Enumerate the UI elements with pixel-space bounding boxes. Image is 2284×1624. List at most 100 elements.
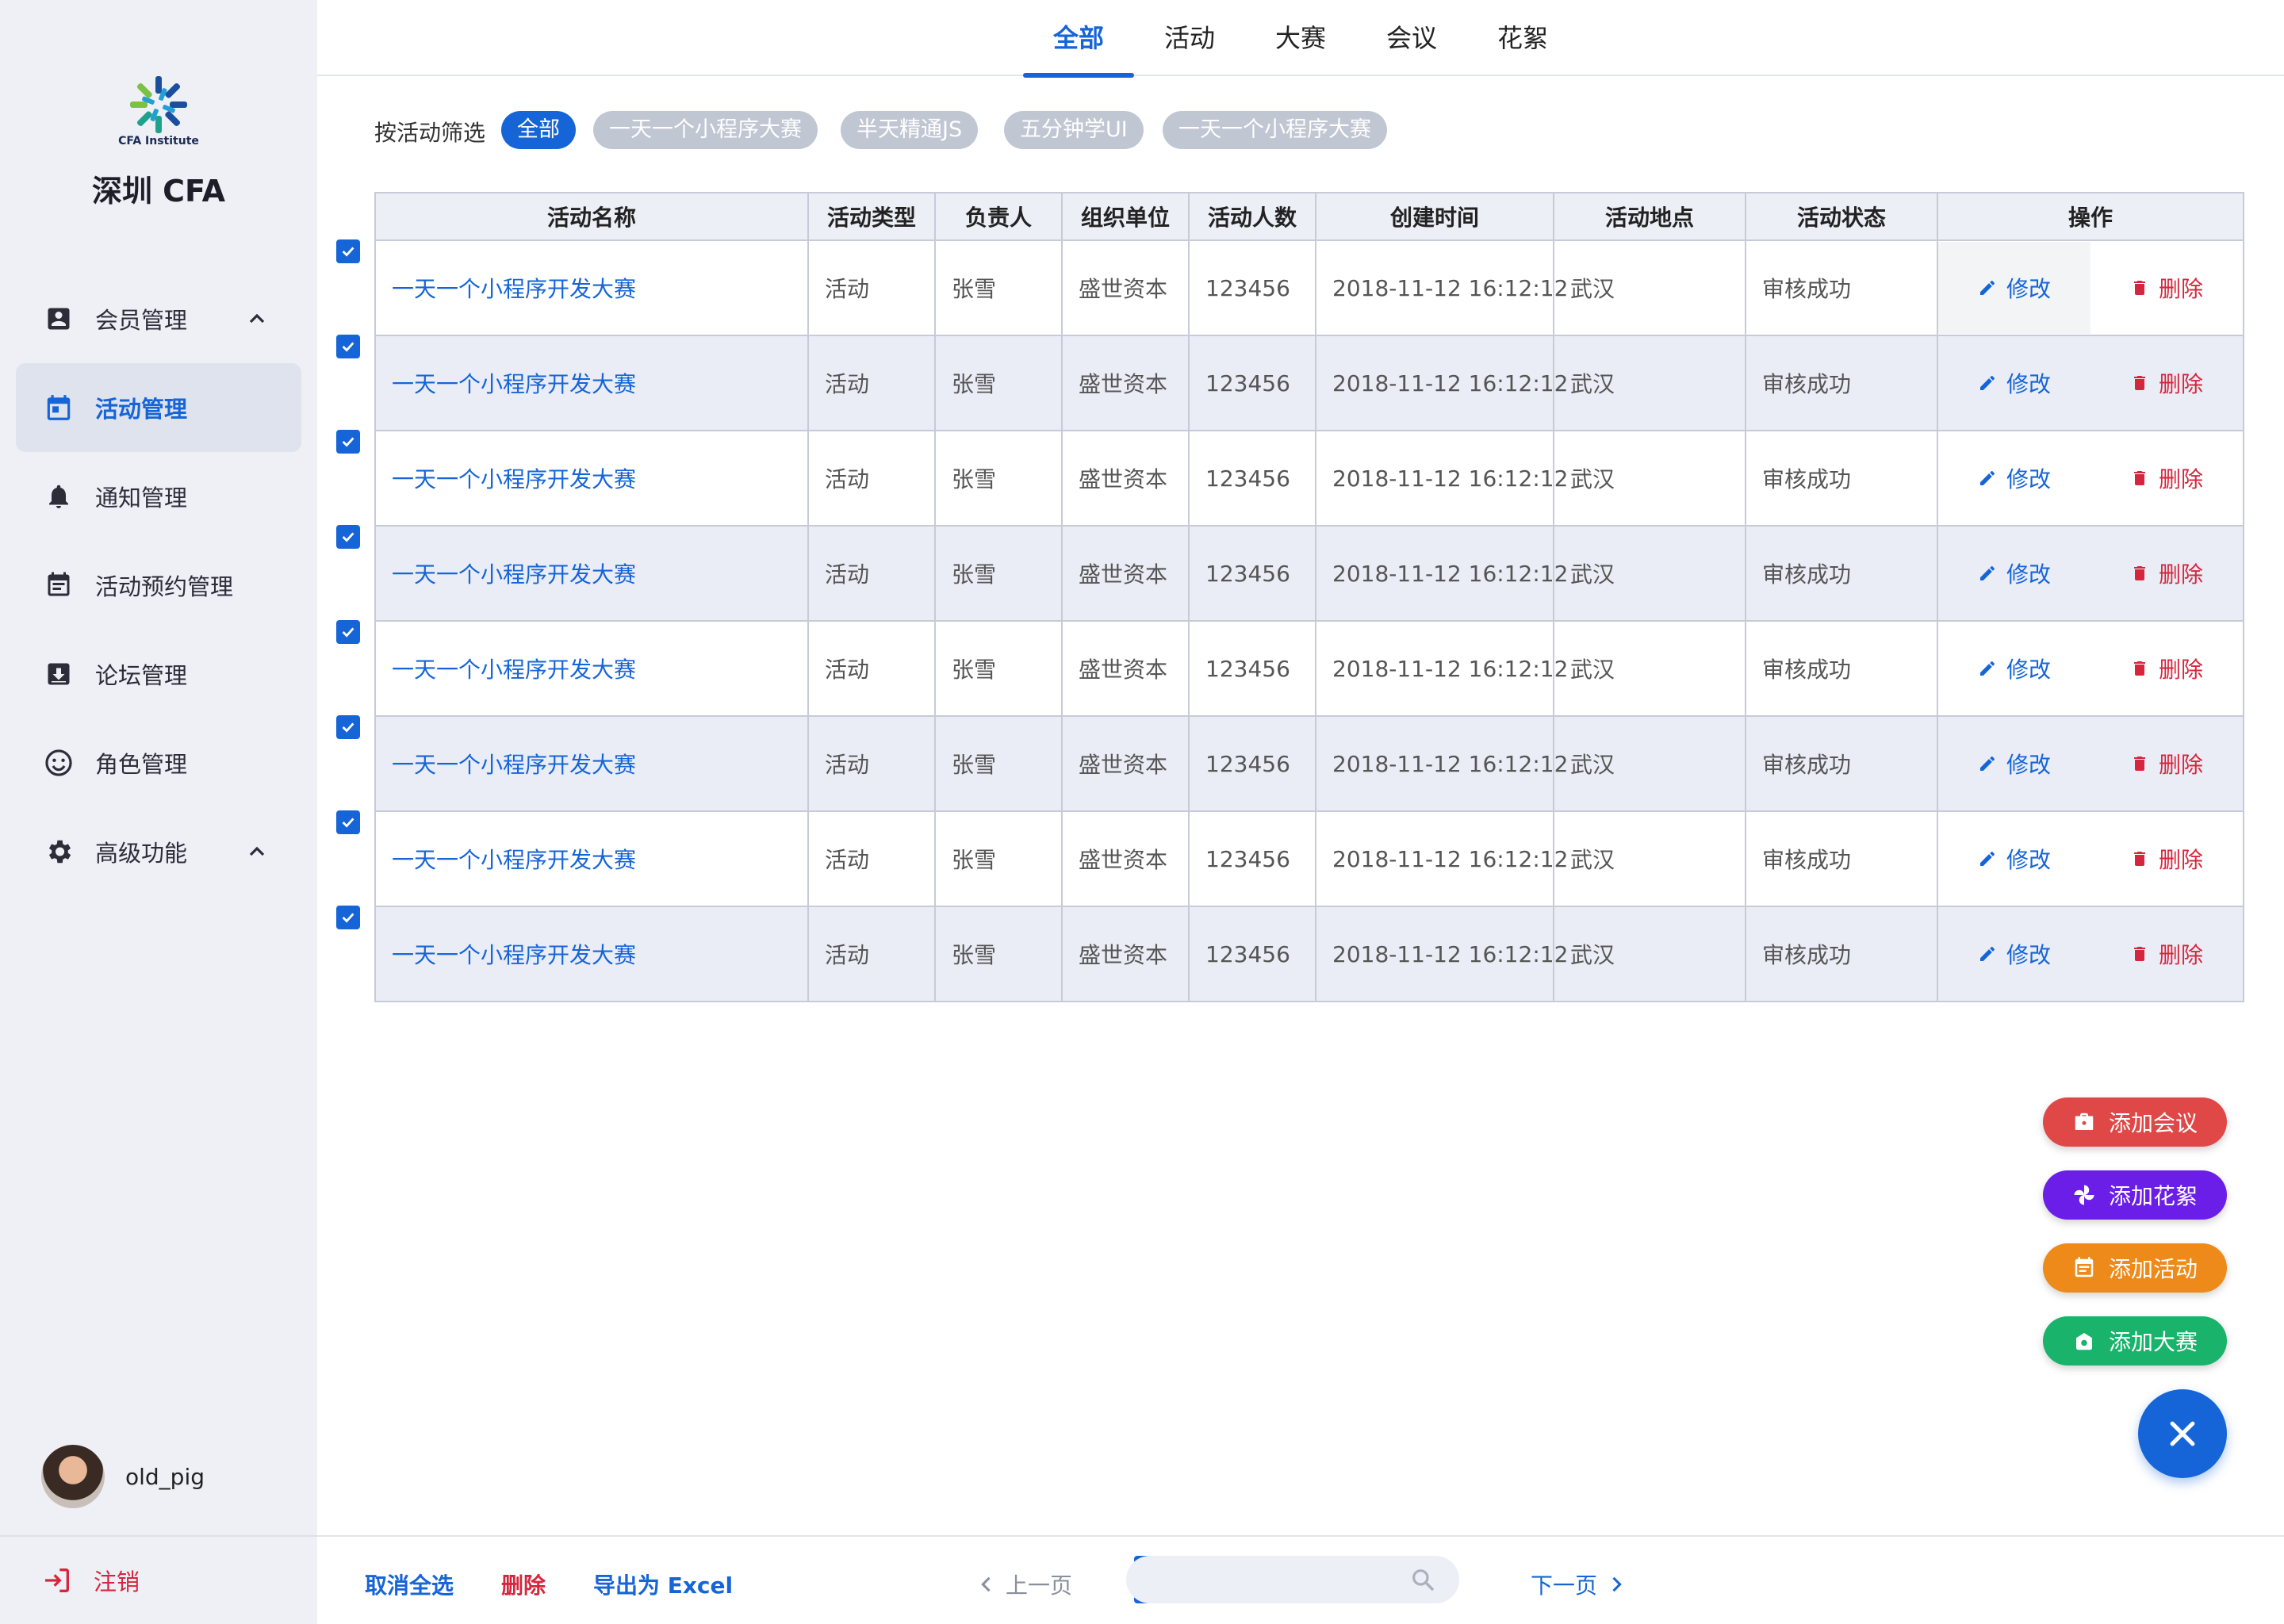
sidebar-item-advanced[interactable]: 高级功能 (16, 807, 301, 896)
sidebar-item-members[interactable]: 会员管理 (16, 274, 301, 363)
cell-place: 武汉 (1553, 906, 1746, 1002)
row-checkbox[interactable] (336, 525, 360, 549)
row-checkbox[interactable] (336, 810, 360, 834)
delete-button[interactable]: 删除 (2090, 622, 2243, 714)
edit-button[interactable]: 修改 (1938, 908, 2090, 1000)
deselect-all-button[interactable]: 取消全选 (365, 1568, 454, 1600)
sidebar-item-reservations[interactable]: 活动预约管理 (16, 541, 301, 630)
row-checkbox[interactable] (336, 430, 360, 454)
delete-button[interactable]: 删除 (2090, 527, 2243, 619)
add-meeting-label: 添加会议 (2108, 1110, 2198, 1136)
column-header: 创建时间 (1315, 192, 1554, 241)
cell-actions: 修改 删除 (1937, 715, 2244, 812)
edit-button[interactable]: 修改 (1938, 813, 2090, 905)
tab-meetings[interactable]: 会议 (1356, 0, 1467, 76)
export-excel-button[interactable]: 导出为 Excel (593, 1568, 733, 1600)
cell-org: 盛世资本 (1061, 620, 1190, 717)
sidebar-item-roles[interactable]: 角色管理 (16, 718, 301, 807)
tab-competitions[interactable]: 大赛 (1245, 0, 1356, 76)
delete-button[interactable]: 删除 (2090, 718, 2243, 810)
delete-button[interactable]: 删除 (2090, 242, 2243, 334)
logout-label: 注销 (94, 1568, 140, 1595)
tab-all[interactable]: 全部 (1023, 0, 1134, 78)
filter-chip[interactable]: 一天一个小程序大赛 (1163, 111, 1387, 149)
add-highlight-button[interactable]: 添加花絮 (2043, 1170, 2227, 1220)
sidebar-item-activities[interactable]: 活动管理 (16, 363, 301, 452)
cell-name[interactable]: 一天一个小程序开发大赛 (374, 906, 809, 1002)
delete-label: 删除 (2158, 942, 2203, 968)
cell-count: 123456 (1188, 620, 1316, 717)
edit-label: 修改 (2006, 942, 2051, 968)
cell-type: 活动 (807, 620, 936, 717)
cell-name[interactable]: 一天一个小程序开发大赛 (374, 335, 809, 431)
edit-button[interactable]: 修改 (1938, 432, 2090, 524)
cell-type: 活动 (807, 810, 936, 907)
chevron-up-icon[interactable] (244, 839, 270, 864)
sidebar-item-notifications[interactable]: 通知管理 (16, 452, 301, 541)
cell-name[interactable]: 一天一个小程序开发大赛 (374, 810, 809, 907)
delete-button[interactable]: 删除 (2090, 813, 2243, 905)
cell-name[interactable]: 一天一个小程序开发大赛 (374, 525, 809, 622)
filter-chip[interactable]: 半天精通JS (841, 111, 979, 149)
tab-activities[interactable]: 活动 (1134, 0, 1245, 76)
delete-button[interactable]: 删除 (2090, 908, 2243, 1000)
cell-owner: 张雪 (934, 715, 1063, 812)
chevron-up-icon[interactable] (244, 306, 270, 331)
sidebar: CFA Institute 深圳 CFA 会员管理 活动管理 通知管理 活动预约… (0, 0, 317, 1624)
pencil-icon (1979, 947, 1995, 961)
cell-place: 武汉 (1553, 525, 1746, 622)
cell-status: 审核成功 (1745, 810, 1938, 907)
column-header: 负责人 (934, 192, 1063, 241)
column-header: 活动状态 (1745, 192, 1938, 241)
row-checkbox[interactable] (336, 715, 360, 739)
pinwheel-icon (2074, 1185, 2094, 1205)
logout-button[interactable]: 注销 (0, 1535, 317, 1624)
prev-page-button[interactable]: 上一页 (975, 1568, 1072, 1600)
row-checkbox[interactable] (336, 335, 360, 358)
row-checkbox[interactable] (336, 906, 360, 929)
close-fab-button[interactable] (2138, 1389, 2227, 1478)
sidebar-item-label: 活动预约管理 (95, 573, 234, 600)
cell-name[interactable]: 一天一个小程序开发大赛 (374, 430, 809, 527)
user-profile[interactable]: old_pig (41, 1445, 205, 1508)
bell-icon (43, 481, 75, 512)
cell-type: 活动 (807, 525, 936, 622)
row-checkbox[interactable] (336, 239, 360, 263)
add-activity-button[interactable]: 添加活动 (2043, 1243, 2227, 1293)
filter-chip[interactable]: 五分钟学UI (1004, 111, 1144, 149)
sidebar-item-label: 通知管理 (95, 485, 188, 511)
search-input[interactable] (1126, 1556, 1459, 1603)
sidebar-nav: 会员管理 活动管理 通知管理 活动预约管理 论坛管理 角色管理 高级功能 (16, 274, 301, 896)
row-checkbox[interactable] (336, 620, 360, 644)
filter-chip[interactable]: 一天一个小程序大赛 (593, 111, 818, 149)
edit-button[interactable]: 修改 (1938, 622, 2090, 714)
cell-created: 2018-11-12 16:12:12 (1315, 335, 1568, 431)
add-competition-button[interactable]: 添加大赛 (2043, 1316, 2227, 1365)
cell-status: 审核成功 (1745, 430, 1938, 527)
sidebar-item-label: 论坛管理 (95, 662, 188, 689)
trash-icon (2133, 566, 2145, 580)
cell-created: 2018-11-12 16:12:12 (1315, 906, 1568, 1002)
cell-count: 123456 (1188, 810, 1316, 907)
sidebar-item-label: 活动管理 (95, 396, 188, 423)
filter-chip[interactable]: 全部 (501, 111, 576, 149)
cell-name[interactable]: 一天一个小程序开发大赛 (374, 239, 809, 336)
edit-button[interactable]: 修改 (1938, 718, 2090, 810)
edit-button[interactable]: 修改 (1938, 527, 2090, 619)
logo-caption: CFA Institute (118, 135, 199, 147)
check-icon (342, 722, 354, 733)
delete-button[interactable]: 删除 (2090, 337, 2243, 429)
cell-owner: 张雪 (934, 810, 1063, 907)
edit-button[interactable]: 修改 (1938, 337, 2090, 429)
sidebar-item-forum[interactable]: 论坛管理 (16, 630, 301, 718)
check-icon (342, 913, 354, 923)
next-page-button[interactable]: 下一页 (1531, 1568, 1627, 1600)
pencil-icon (1979, 566, 1995, 580)
cell-name[interactable]: 一天一个小程序开发大赛 (374, 620, 809, 717)
edit-button[interactable]: 修改 (1938, 242, 2090, 334)
bulk-delete-button[interactable]: 删除 (501, 1568, 546, 1600)
delete-button[interactable]: 删除 (2090, 432, 2243, 524)
cell-name[interactable]: 一天一个小程序开发大赛 (374, 715, 809, 812)
add-meeting-button[interactable]: 添加会议 (2043, 1097, 2227, 1147)
tab-highlights[interactable]: 花絮 (1467, 0, 1578, 76)
